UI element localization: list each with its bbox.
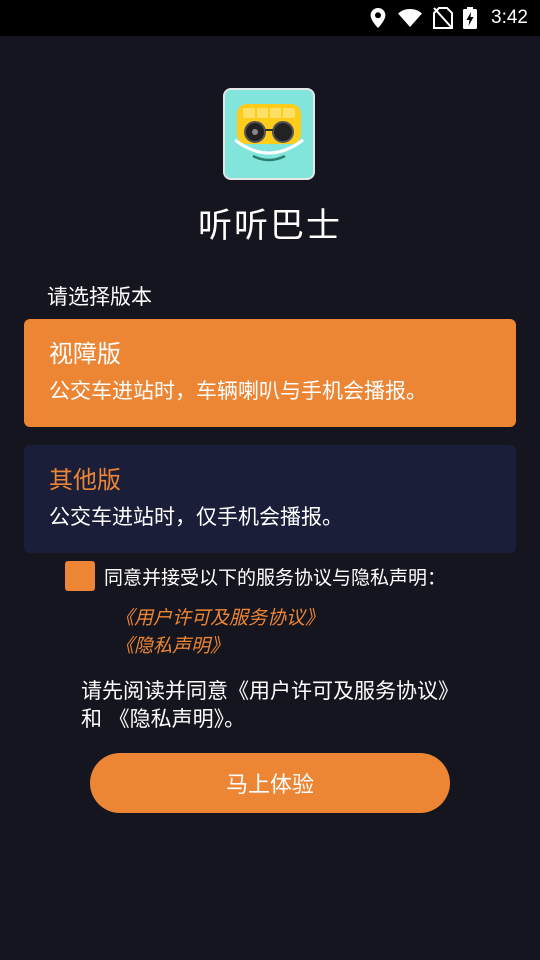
battery-charging-icon — [463, 7, 478, 29]
version-card-other[interactable]: 其他版 公交车进站时，仅手机会播报。 — [24, 445, 516, 553]
app-title: 听听巴士 — [198, 206, 342, 246]
agreement-row: 同意并接受以下的服务协议与隐私声明： — [65, 561, 446, 591]
agreement-checkbox[interactable] — [65, 561, 95, 591]
version-card-description: 公交车进站时，仅手机会播报。 — [49, 505, 343, 529]
status-time: 3:42 — [491, 7, 528, 28]
user-agreement-link[interactable]: 《用户许可及服务协议》 — [115, 603, 324, 630]
read-notice: 请先阅读并同意《用户许可及服务协议》和 《隐私声明》。 — [81, 679, 459, 731]
start-experience-button[interactable]: 马上体验 — [90, 753, 450, 813]
version-card-title: 视障版 — [49, 340, 121, 368]
wifi-icon — [398, 9, 423, 27]
no-sim-icon — [433, 7, 454, 29]
version-card-visual-impaired[interactable]: 视障版 公交车进站时，车辆喇叭与手机会播报。 — [24, 319, 516, 427]
version-card-title: 其他版 — [49, 466, 121, 494]
select-version-label: 请选择版本 — [47, 285, 152, 309]
version-card-description: 公交车进站时，车辆喇叭与手机会播报。 — [49, 379, 427, 403]
bus-face-logo-icon — [223, 88, 315, 180]
status-bar: 3:42 — [0, 0, 540, 36]
location-icon — [370, 8, 386, 28]
privacy-statement-link[interactable]: 《隐私声明》 — [115, 631, 229, 658]
agreement-label: 同意并接受以下的服务协议与隐私声明： — [104, 566, 447, 589]
